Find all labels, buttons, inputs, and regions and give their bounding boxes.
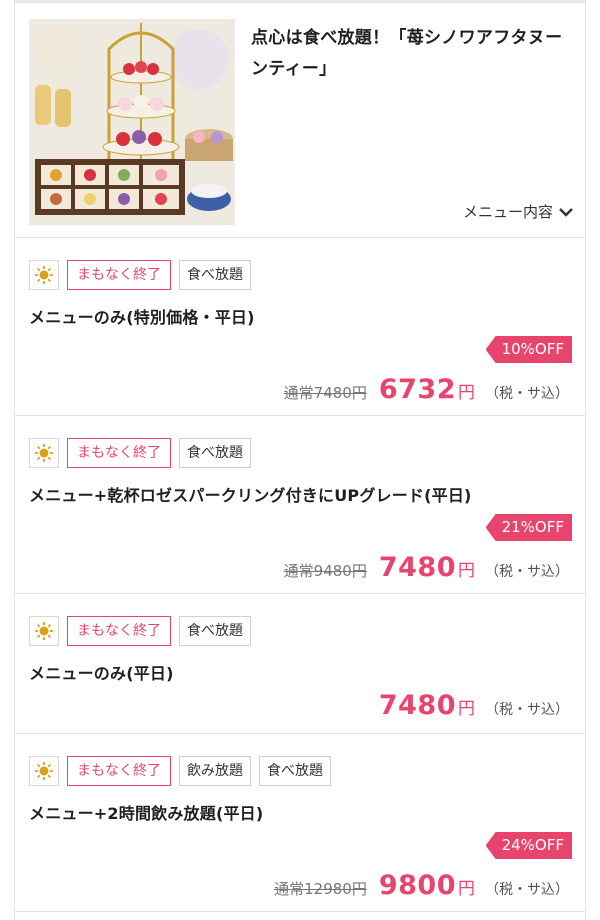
plan-tags: まもなく終了 食べ放題 [29,438,259,468]
all-you-can-drink-badge: 飲み放題 [179,756,251,786]
currency-unit: 円 [458,561,475,581]
plan-item[interactable]: まもなく終了 飲み放題 食べ放題 メニュー+2時間飲み放題(平日) 24%OFF… [15,734,585,912]
plan-price: 7480 [378,690,456,721]
course-header: 点心は食べ放題！「苺シノワアフタヌーンティー」 メニュー内容 [15,0,585,238]
plan-item[interactable]: まもなく終了 食べ放題 メニューのみ(特別価格・平日) 10%OFF 通常748… [15,238,585,416]
sun-icon [29,438,59,468]
tax-note: （税・サ込） [485,702,569,718]
ending-soon-badge: まもなく終了 [67,756,171,786]
plan-name[interactable]: メニューのみ(特別価格・平日) [29,304,255,328]
plan-price: 9800 [378,870,456,901]
plan-list: 点心は食べ放題！「苺シノワアフタヌーンティー」 メニュー内容 まもなく終了 食べ… [14,0,586,920]
all-you-can-eat-badge: 食べ放題 [259,756,331,786]
course-title[interactable]: 点心は食べ放題！「苺シノワアフタヌーンティー」 [251,23,577,85]
price-row: 通常12980円 9800 円 （税・サ込） [274,870,569,901]
tax-note: （税・サ込） [485,882,569,898]
discount-badge: 10%OFF [485,336,572,363]
plan-tags: まもなく終了 食べ放題 [29,260,259,290]
plan-name[interactable]: メニューのみ(平日) [29,660,174,684]
ending-soon-badge: まもなく終了 [67,438,171,468]
discount-badge: 21%OFF [485,514,572,541]
price-row: 通常9480円 7480 円 （税・サ込） [284,552,569,583]
plan-name[interactable]: メニュー+2時間飲み放題(平日) [29,800,263,824]
chevron-down-icon [559,207,573,217]
plan-item[interactable]: まもなく終了 食べ放題 メニューのみ(平日) 7480 円 （税・サ込） [15,594,585,734]
menu-details-toggle[interactable]: メニュー内容 [463,201,573,222]
plan-price: 7480 [378,552,456,583]
tax-note: （税・サ込） [485,564,569,580]
plan-name[interactable]: メニュー+乾杯ロゼスパークリング付きにUPグレード(平日) [29,482,472,506]
all-you-can-eat-badge: 食べ放題 [179,260,251,290]
afternoon-tea-photo [29,19,235,225]
ending-soon-badge: まもなく終了 [67,260,171,290]
currency-unit: 円 [458,699,475,719]
tax-note: （税・サ込） [485,386,569,402]
plan-tags: まもなく終了 飲み放題 食べ放題 [29,756,339,786]
discount-badge: 24%OFF [485,832,572,859]
menu-toggle-label: メニュー内容 [462,203,553,221]
plan-item[interactable]: まもなく終了 食べ放題 メニュー+乾杯ロゼスパークリング付きにUPグレード(平日… [15,416,585,594]
sun-icon [29,260,59,290]
plan-price: 6732 [378,374,456,405]
sun-icon [29,616,59,646]
plan-tags: まもなく終了 食べ放題 [29,616,259,646]
ending-soon-badge: まもなく終了 [67,616,171,646]
regular-price: 通常7480円 [283,384,367,402]
course-photo[interactable] [29,19,235,225]
regular-price: 通常9480円 [283,562,367,580]
all-you-can-eat-badge: 食べ放題 [179,438,251,468]
currency-unit: 円 [458,879,475,899]
sun-icon [29,756,59,786]
regular-price: 通常12980円 [274,880,367,898]
price-row: 7480 円 （税・サ込） [379,690,569,721]
currency-unit: 円 [458,383,475,403]
all-you-can-eat-badge: 食べ放題 [179,616,251,646]
price-row: 通常7480円 6732 円 （税・サ込） [284,374,569,405]
